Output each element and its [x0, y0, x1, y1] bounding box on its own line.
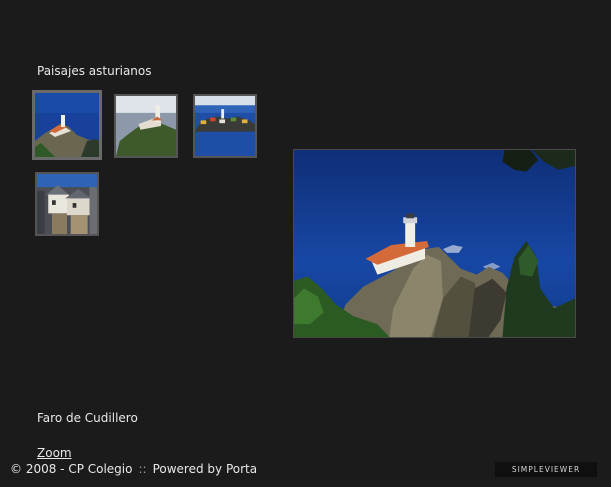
thumbnail-casas-cudillero[interactable]: [35, 172, 99, 236]
thumbnail-image: [116, 96, 176, 156]
simpleviewer-badge[interactable]: SIMPLEVIEWER: [495, 462, 597, 477]
main-photo[interactable]: [293, 149, 576, 338]
footer: © 2008 - CP Colegio:: Powered by Porta: [10, 462, 257, 476]
thumbnail-faro-costa[interactable]: [114, 94, 178, 158]
footer-separator: ::: [138, 462, 147, 476]
thumbnail-image: [37, 174, 97, 234]
thumbnail-espigon-puerto[interactable]: [193, 94, 257, 158]
gallery-title: Paisajes asturianos: [37, 64, 152, 78]
thumbnail-image: [195, 96, 255, 156]
photo-caption: Faro de Cudillero: [37, 411, 138, 425]
powered-by-link[interactable]: Powered by Porta: [153, 462, 258, 476]
zoom-link[interactable]: Zoom: [37, 446, 72, 460]
copyright-text: © 2008 - CP Colegio: [10, 462, 133, 476]
thumbnail-image: [35, 93, 99, 157]
lighthouse-photo: [294, 150, 575, 337]
thumbnail-faro-cudillero[interactable]: [32, 90, 102, 160]
